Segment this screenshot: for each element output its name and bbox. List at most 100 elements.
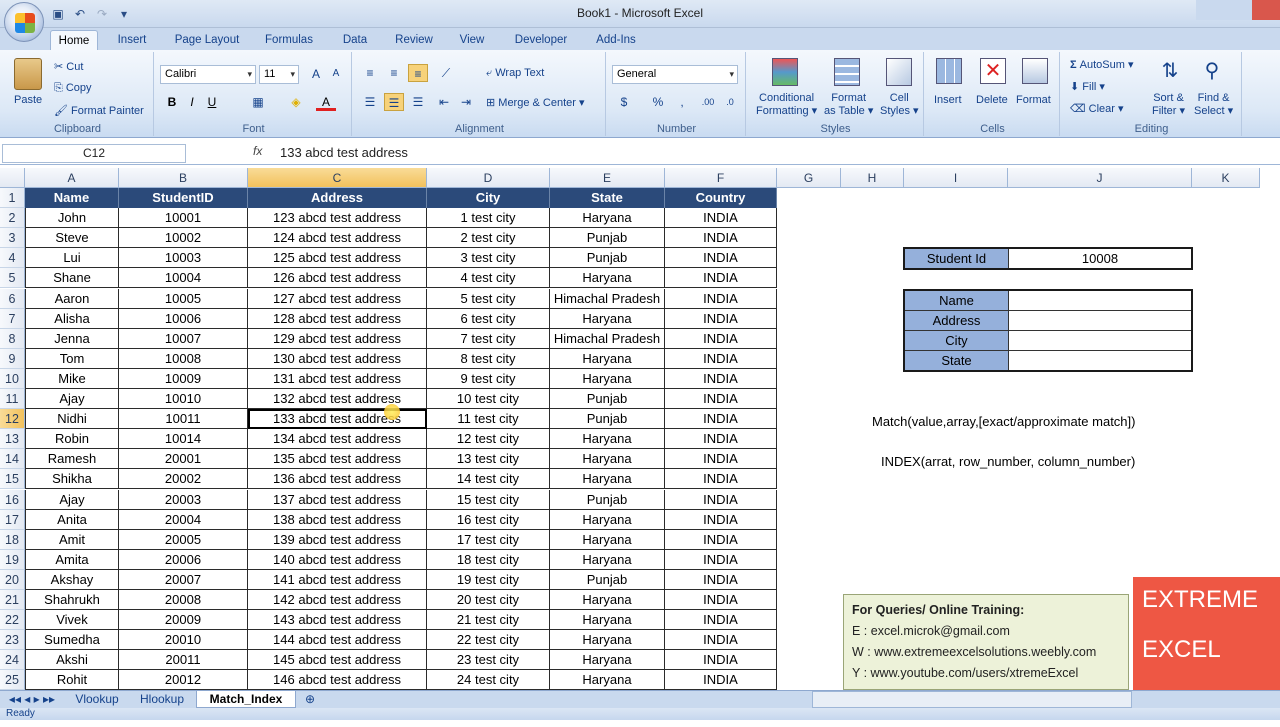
table-cell[interactable]: Haryana xyxy=(550,368,665,389)
column-header-a[interactable]: A xyxy=(25,168,119,188)
fx-icon[interactable]: fx xyxy=(253,144,262,158)
table-cell[interactable]: INDIA xyxy=(665,248,777,269)
table-cell[interactable]: 134 abcd test address xyxy=(248,429,427,450)
table-cell[interactable]: Shahrukh xyxy=(25,590,119,611)
table-cell[interactable]: 146 abcd test address xyxy=(248,670,427,691)
table-cell[interactable]: 142 abcd test address xyxy=(248,590,427,611)
table-cell[interactable]: Himachal Pradesh xyxy=(550,288,665,309)
table-cell[interactable]: INDIA xyxy=(665,650,777,671)
row-header-1[interactable]: 1 xyxy=(0,188,25,208)
table-cell[interactable]: 20012 xyxy=(119,670,248,691)
tab-review[interactable]: Review xyxy=(390,30,438,50)
table-cell[interactable]: 136 abcd test address xyxy=(248,469,427,490)
select-all-corner[interactable] xyxy=(0,168,25,188)
table-cell[interactable]: 9 test city xyxy=(427,368,550,389)
table-cell[interactable]: 124 abcd test address xyxy=(248,228,427,249)
cell-styles-button[interactable]: Cell Styles ▾ xyxy=(880,92,919,117)
row-header-25[interactable]: 25 xyxy=(0,670,25,691)
minimize-button[interactable] xyxy=(1196,0,1224,20)
table-cell[interactable]: Vivek xyxy=(25,610,119,631)
table-cell[interactable]: INDIA xyxy=(665,389,777,410)
conditional-formatting-icon[interactable] xyxy=(772,58,798,86)
table-cell[interactable]: 137 abcd test address xyxy=(248,489,427,510)
format-cells-icon[interactable] xyxy=(1022,58,1048,84)
name-box[interactable]: C12 xyxy=(2,144,186,163)
table-cell[interactable]: 20011 xyxy=(119,650,248,671)
table-cell[interactable]: 10007 xyxy=(119,328,248,349)
table-cell[interactable]: INDIA xyxy=(665,449,777,470)
table-cell[interactable]: Ramesh xyxy=(25,449,119,470)
table-cell[interactable]: INDIA xyxy=(665,268,777,289)
table-cell[interactable]: 127 abcd test address xyxy=(248,288,427,309)
table-cell[interactable]: Akshi xyxy=(25,650,119,671)
office-button[interactable] xyxy=(4,2,44,42)
table-cell[interactable]: 20003 xyxy=(119,489,248,510)
table-cell[interactable]: Punjab xyxy=(550,409,665,430)
table-cell[interactable]: Aaron xyxy=(25,288,119,309)
table-cell[interactable]: Ajay xyxy=(25,489,119,510)
table-cell[interactable]: INDIA xyxy=(665,308,777,329)
sort-filter-button[interactable]: Sort & Filter ▾ xyxy=(1152,92,1185,117)
table-cell[interactable]: 5 test city xyxy=(427,288,550,309)
align-right-icon[interactable]: ☰ xyxy=(408,93,428,111)
increase-indent-icon[interactable]: ⇥ xyxy=(456,93,476,111)
table-cell[interactable]: Punjab xyxy=(550,489,665,510)
table-cell[interactable]: Haryana xyxy=(550,348,665,369)
borders-icon[interactable]: ▦ xyxy=(248,93,268,111)
table-cell[interactable]: Rohit xyxy=(25,670,119,691)
table-cell[interactable]: INDIA xyxy=(665,469,777,490)
tab-insert[interactable]: Insert xyxy=(110,30,154,50)
table-cell[interactable]: Haryana xyxy=(550,268,665,289)
table-cell[interactable]: 2 test city xyxy=(427,228,550,249)
table-cell[interactable]: 7 test city xyxy=(427,328,550,349)
wrap-text-button[interactable]: ⤶ Wrap Text xyxy=(486,67,544,80)
format-painter-button[interactable]: 🖌 Format Painter xyxy=(54,104,144,117)
table-cell[interactable]: 16 test city xyxy=(427,509,550,530)
decrease-indent-icon[interactable]: ⇤ xyxy=(434,93,454,111)
table-cell[interactable]: Haryana xyxy=(550,449,665,470)
table-cell[interactable]: 145 abcd test address xyxy=(248,650,427,671)
table-cell[interactable]: 133 abcd test address xyxy=(248,409,427,430)
table-cell[interactable]: 24 test city xyxy=(427,670,550,691)
table-cell[interactable]: 10 test city xyxy=(427,389,550,410)
fill-button[interactable]: ⬇ Fill ▾ xyxy=(1070,80,1105,93)
table-cell[interactable]: INDIA xyxy=(665,228,777,249)
table-cell[interactable]: Haryana xyxy=(550,308,665,329)
table-cell[interactable]: 6 test city xyxy=(427,308,550,329)
column-header-j[interactable]: J xyxy=(1008,168,1192,188)
table-cell[interactable]: Punjab xyxy=(550,228,665,249)
row-header-17[interactable]: 17 xyxy=(0,509,25,530)
paste-button[interactable]: Paste xyxy=(14,94,42,106)
table-cell[interactable]: 132 abcd test address xyxy=(248,389,427,410)
row-header-19[interactable]: 19 xyxy=(0,549,25,570)
horizontal-scrollbar[interactable] xyxy=(812,691,1132,708)
table-cell[interactable]: 13 test city xyxy=(427,449,550,470)
column-header-k[interactable]: K xyxy=(1192,168,1260,188)
clear-button[interactable]: ⌫ Clear ▾ xyxy=(1070,102,1124,115)
tab-home[interactable]: Home xyxy=(50,30,98,50)
table-cell[interactable]: 19 test city xyxy=(427,569,550,590)
underline-icon[interactable]: U xyxy=(202,93,222,111)
tab-add-ins[interactable]: Add-Ins xyxy=(590,30,642,50)
table-cell[interactable]: 22 test city xyxy=(427,630,550,651)
row-header-14[interactable]: 14 xyxy=(0,449,25,470)
table-cell[interactable]: 10008 xyxy=(119,348,248,369)
binoculars-icon[interactable]: ⚲ xyxy=(1200,58,1224,84)
italic-icon[interactable]: I xyxy=(182,93,202,111)
table-cell[interactable]: 3 test city xyxy=(427,248,550,269)
table-cell[interactable]: Haryana xyxy=(550,429,665,450)
column-header-b[interactable]: B xyxy=(119,168,248,188)
table-cell[interactable]: Sumedha xyxy=(25,630,119,651)
table-header-cell[interactable]: Country xyxy=(665,188,777,208)
tab-data[interactable]: Data xyxy=(336,30,374,50)
column-header-c[interactable]: C xyxy=(248,168,427,188)
table-cell[interactable]: 131 abcd test address xyxy=(248,368,427,389)
conditional-formatting-button[interactable]: Conditional Formatting ▾ xyxy=(756,92,817,117)
row-header-10[interactable]: 10 xyxy=(0,368,25,389)
table-cell[interactable]: 20001 xyxy=(119,449,248,470)
format-button[interactable]: Format xyxy=(1016,94,1051,106)
name-result[interactable] xyxy=(1009,291,1191,311)
table-cell[interactable]: INDIA xyxy=(665,328,777,349)
row-header-5[interactable]: 5 xyxy=(0,268,25,289)
table-cell[interactable]: Himachal Pradesh xyxy=(550,328,665,349)
